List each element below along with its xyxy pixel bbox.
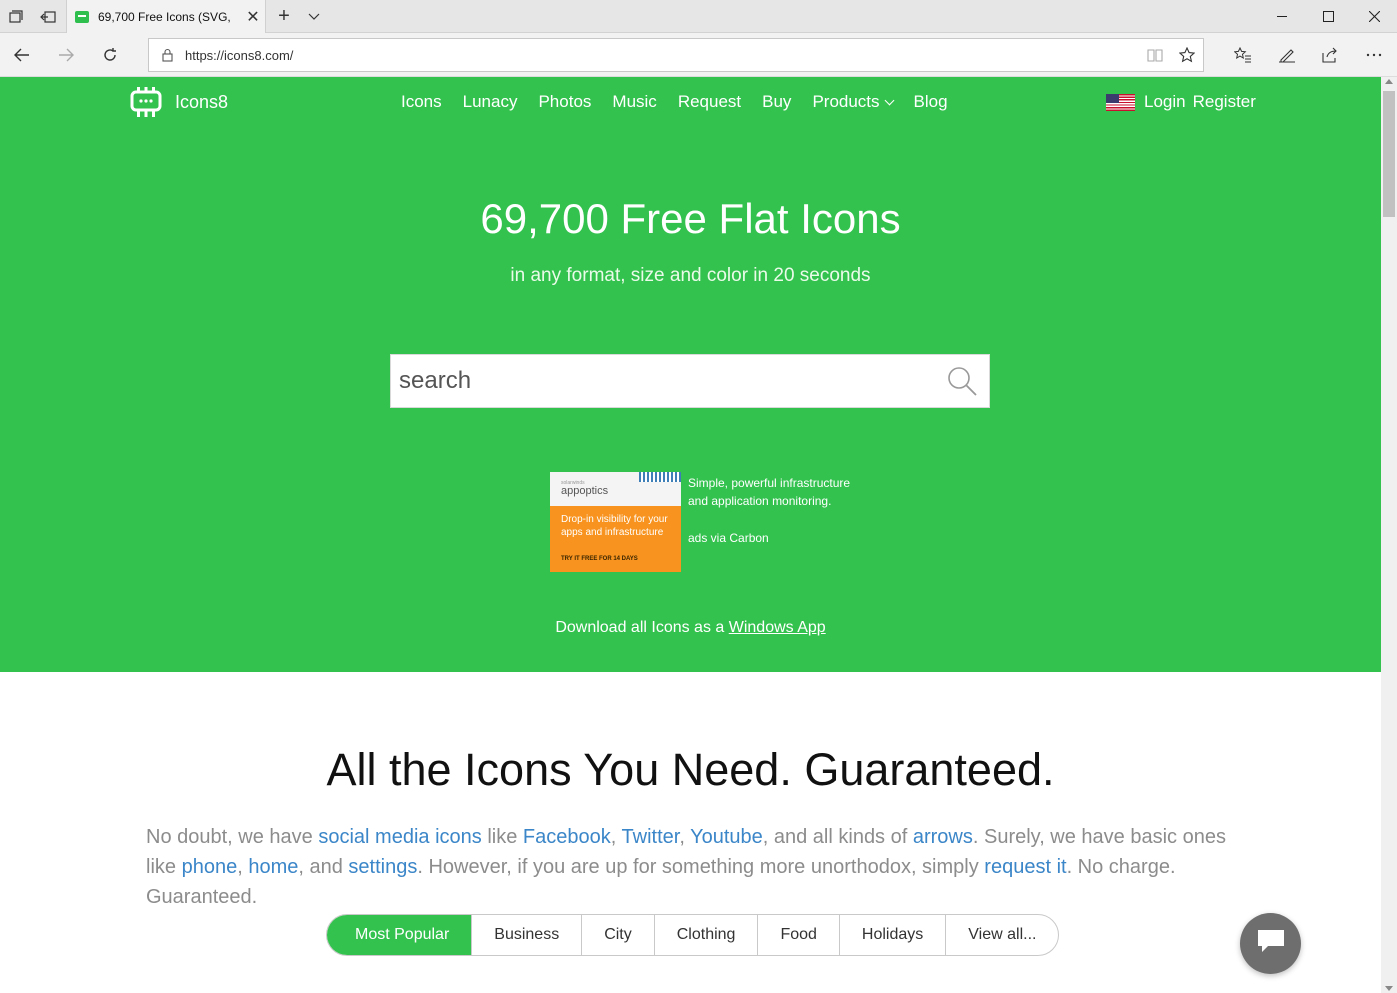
search-icon[interactable] bbox=[935, 355, 989, 407]
page-viewport: Icons8 Icons Lunacy Photos Music Request… bbox=[0, 77, 1381, 993]
nav-link-lunacy[interactable]: Lunacy bbox=[463, 92, 518, 112]
section-title: All the Icons You Need. Guaranteed. bbox=[326, 744, 1055, 795]
tab-actions-icon[interactable] bbox=[4, 0, 28, 33]
icons8-logo-icon bbox=[130, 86, 162, 118]
maximize-icon[interactable] bbox=[1305, 0, 1351, 33]
back-arrow-icon[interactable] bbox=[0, 33, 44, 77]
ad-cta: TRY IT FREE FOR 14 DAYS bbox=[561, 556, 638, 562]
reading-view-icon[interactable] bbox=[1139, 39, 1171, 71]
link-request-it[interactable]: request it bbox=[984, 856, 1066, 878]
tab-title: 69,700 Free Icons (SVG, bbox=[98, 9, 231, 24]
ad-brand: appoptics bbox=[561, 485, 609, 497]
share-icon[interactable] bbox=[1308, 33, 1352, 77]
lock-icon bbox=[149, 48, 185, 62]
more-options-icon[interactable] bbox=[1352, 33, 1396, 77]
nav-link-music[interactable]: Music bbox=[612, 92, 656, 112]
tab-city[interactable]: City bbox=[582, 915, 655, 955]
ad-via-carbon[interactable]: ads via Carbon bbox=[688, 531, 769, 545]
hero-title: 69,700 Free Flat Icons bbox=[480, 195, 901, 242]
favorites-hub-icon[interactable] bbox=[1221, 33, 1265, 77]
chat-bubble-icon bbox=[1256, 928, 1286, 959]
site-navigation: Icons Lunacy Photos Music Request Buy Pr… bbox=[401, 92, 969, 112]
text-part: No doubt, we have bbox=[146, 826, 313, 848]
tab-business[interactable]: Business bbox=[472, 915, 583, 955]
logo-text[interactable]: Icons8 bbox=[175, 92, 228, 113]
close-tab-icon[interactable]: ✕ bbox=[241, 7, 265, 27]
ad-copy: Drop-in visibility for your apps and inf… bbox=[561, 514, 668, 538]
browser-toolbar: https://icons8.com/ bbox=[0, 33, 1397, 77]
browser-titlebar: 69,700 Free Icons (SVG, ✕ + bbox=[0, 0, 1397, 33]
minimize-icon[interactable] bbox=[1259, 0, 1305, 33]
link-home[interactable]: home bbox=[248, 856, 298, 878]
tab-list-chevron-icon[interactable] bbox=[302, 0, 326, 33]
page-scrollbar[interactable] bbox=[1381, 77, 1397, 993]
text-part: like bbox=[487, 826, 518, 848]
refresh-icon[interactable] bbox=[88, 33, 132, 77]
nav-link-blog[interactable]: Blog bbox=[914, 92, 948, 112]
nav-link-products[interactable]: Products bbox=[812, 92, 894, 112]
hero-section: Icons8 Icons Lunacy Photos Music Request… bbox=[0, 77, 1381, 672]
link-youtube[interactable]: Youtube bbox=[690, 826, 763, 848]
text-part: , bbox=[610, 826, 617, 848]
browser-tab[interactable]: 69,700 Free Icons (SVG, ✕ bbox=[66, 0, 266, 33]
section-description: No doubt, we have social media icons lik… bbox=[146, 822, 1246, 912]
link-social-media-icons[interactable]: social media icons bbox=[318, 826, 481, 848]
link-phone[interactable]: phone bbox=[182, 856, 238, 878]
text-part: , bbox=[679, 826, 685, 848]
register-link[interactable]: Register bbox=[1193, 92, 1256, 112]
nav-link-request[interactable]: Request bbox=[678, 92, 741, 112]
tab-view-all[interactable]: View all... bbox=[946, 915, 1058, 955]
nav-link-buy[interactable]: Buy bbox=[762, 92, 791, 112]
ad-banner-image[interactable]: solarwinds appoptics Drop-in visibility … bbox=[550, 472, 681, 572]
text-part: , and all kinds of bbox=[762, 826, 908, 848]
chat-button[interactable] bbox=[1240, 913, 1301, 974]
nav-link-products-label: Products bbox=[812, 92, 880, 111]
tab-food[interactable]: Food bbox=[758, 915, 840, 955]
ad-text[interactable]: Simple, powerful infrastructure and appl… bbox=[688, 474, 863, 510]
us-flag-icon[interactable] bbox=[1106, 93, 1135, 111]
tab-most-popular[interactable]: Most Popular bbox=[327, 915, 473, 955]
forward-arrow-icon[interactable] bbox=[44, 33, 88, 77]
download-prefix: Download all Icons as a bbox=[555, 619, 725, 636]
link-settings[interactable]: settings bbox=[348, 856, 417, 878]
windows-app-link[interactable]: Windows App bbox=[729, 619, 826, 636]
link-arrows[interactable]: arrows bbox=[913, 826, 973, 848]
site-logo[interactable]: Icons8 bbox=[130, 86, 228, 118]
set-aside-tabs-icon[interactable] bbox=[36, 0, 60, 33]
search-box bbox=[390, 354, 990, 408]
pen-notes-icon[interactable] bbox=[1265, 33, 1309, 77]
favorite-star-icon[interactable] bbox=[1171, 39, 1203, 71]
url-text[interactable]: https://icons8.com/ bbox=[185, 48, 1139, 63]
text-part: . However, if you are up for something m… bbox=[417, 856, 979, 878]
category-tabs: Most Popular Business City Clothing Food… bbox=[326, 914, 1060, 956]
auth-links: Login Register bbox=[1106, 92, 1263, 112]
nav-link-icons[interactable]: Icons bbox=[401, 92, 442, 112]
icons8-favicon-icon bbox=[75, 10, 89, 23]
login-link[interactable]: Login bbox=[1144, 92, 1186, 112]
scroll-up-arrow-icon[interactable] bbox=[1385, 79, 1393, 84]
link-twitter[interactable]: Twitter bbox=[622, 826, 680, 848]
nav-link-photos[interactable]: Photos bbox=[538, 92, 591, 112]
search-input[interactable] bbox=[391, 355, 935, 407]
text-part: , and bbox=[298, 856, 343, 878]
scrollbar-thumb[interactable] bbox=[1383, 91, 1395, 217]
scroll-down-arrow-icon[interactable] bbox=[1385, 986, 1393, 991]
tab-clothing[interactable]: Clothing bbox=[655, 915, 759, 955]
close-window-icon[interactable] bbox=[1351, 0, 1397, 33]
chevron-down-icon bbox=[884, 95, 894, 105]
hero-subtitle: in any format, size and color in 20 seco… bbox=[510, 265, 871, 286]
text-part: , bbox=[237, 856, 243, 878]
link-facebook[interactable]: Facebook bbox=[523, 826, 611, 848]
tab-holidays[interactable]: Holidays bbox=[840, 915, 947, 955]
new-tab-icon[interactable]: + bbox=[270, 0, 298, 33]
address-bar[interactable]: https://icons8.com/ bbox=[148, 38, 1204, 72]
download-line: Download all Icons as a Windows App bbox=[0, 619, 1381, 637]
